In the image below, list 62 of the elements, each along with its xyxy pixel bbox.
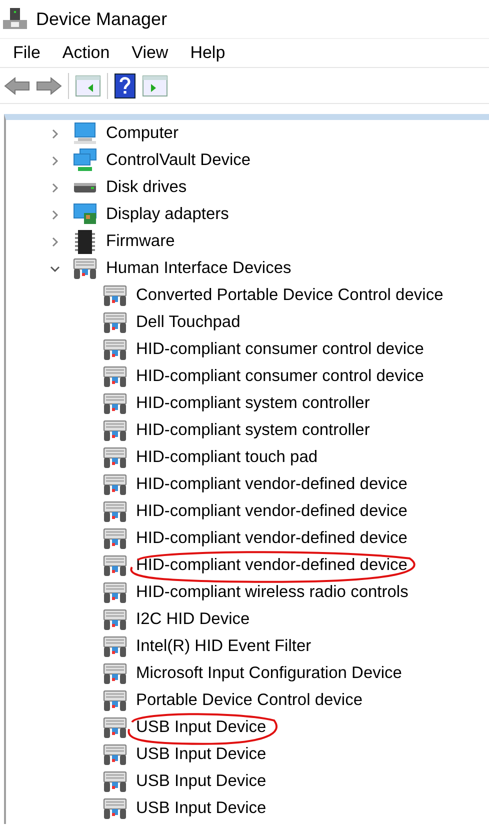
keyboard-device-icon bbox=[102, 688, 128, 714]
keyboard-device-icon bbox=[102, 444, 128, 470]
device-item[interactable]: Microsoft Input Configuration Device bbox=[134, 664, 404, 682]
keyboard-device-icon bbox=[102, 526, 128, 552]
device-item[interactable]: HID-compliant vendor-defined device bbox=[134, 556, 410, 574]
category-item[interactable]: Human Interface Devices bbox=[104, 259, 294, 278]
device-item[interactable]: HID-compliant touch pad bbox=[134, 448, 320, 466]
console-tree-icon[interactable] bbox=[75, 74, 101, 96]
keyboard-device-icon bbox=[102, 390, 128, 416]
device-item[interactable]: HID-compliant wireless radio controls bbox=[134, 583, 410, 602]
category-item[interactable]: Disk drives bbox=[104, 178, 189, 196]
category-item[interactable]: ControlVault Device bbox=[104, 151, 253, 170]
keyboard-device-icon bbox=[102, 336, 128, 362]
device-item[interactable]: HID-compliant vendor-defined device bbox=[134, 529, 410, 548]
keyboard-device-icon bbox=[102, 282, 128, 308]
menu-item[interactable]: Help bbox=[181, 40, 238, 66]
device-item[interactable]: HID-compliant vendor-defined device bbox=[134, 475, 410, 494]
keyboard-device-icon bbox=[102, 768, 128, 794]
keyboard-device-icon bbox=[102, 472, 128, 498]
device-item[interactable]: USB Input Device bbox=[134, 718, 268, 736]
disk-drive-icon bbox=[72, 182, 98, 192]
forward-arrow-icon[interactable] bbox=[36, 76, 62, 96]
keyboard-device-icon bbox=[102, 580, 128, 606]
device-item[interactable]: HID-compliant vendor-defined device bbox=[134, 502, 410, 520]
keyboard-device-icon bbox=[102, 796, 128, 822]
device-item[interactable]: USB Input Device bbox=[134, 745, 268, 764]
keyboard-device-icon bbox=[102, 634, 128, 660]
keyboard-device-icon bbox=[102, 310, 128, 336]
menu-item[interactable]: File bbox=[4, 40, 54, 66]
window-title: Device Manager bbox=[36, 8, 168, 31]
device-item[interactable]: Portable Device Control device bbox=[134, 691, 365, 710]
keyboard-device-icon bbox=[102, 660, 128, 686]
device-item[interactable]: I2C HID Device bbox=[134, 610, 252, 628]
device-item[interactable]: Dell Touchpad bbox=[134, 313, 242, 332]
device-manager-icon bbox=[2, 6, 28, 32]
device-item[interactable]: USB Input Device bbox=[134, 772, 268, 790]
keyboard-device-icon bbox=[102, 714, 128, 740]
networked-monitors-icon bbox=[72, 148, 98, 174]
category-item[interactable]: Display adapters bbox=[104, 205, 231, 224]
action-pane-icon[interactable] bbox=[142, 74, 168, 96]
chip-icon bbox=[72, 228, 98, 254]
device-item[interactable]: Converted Portable Device Control device bbox=[134, 286, 446, 304]
device-item[interactable]: HID-compliant consumer control device bbox=[134, 340, 426, 358]
keyboard-device-icon bbox=[102, 418, 128, 444]
category-item[interactable]: Firmware bbox=[104, 232, 177, 250]
keyboard-device-icon bbox=[102, 498, 128, 524]
help-icon[interactable] bbox=[114, 72, 136, 98]
device-item[interactable]: HID-compliant system controller bbox=[134, 421, 372, 440]
device-item[interactable]: Intel(R) HID Event Filter bbox=[134, 637, 314, 656]
back-arrow-icon[interactable] bbox=[4, 76, 30, 96]
monitor-icon bbox=[72, 120, 98, 146]
keyboard-device-icon bbox=[102, 606, 128, 632]
category-item[interactable]: Computer bbox=[104, 124, 180, 142]
keyboard-device-icon bbox=[102, 742, 128, 768]
keyboard-device-icon bbox=[102, 364, 128, 390]
menu-item[interactable]: Action bbox=[53, 40, 123, 66]
device-item[interactable]: HID-compliant consumer control device bbox=[134, 367, 426, 386]
menu-item[interactable]: View bbox=[122, 40, 182, 66]
device-item[interactable]: HID-compliant system controller bbox=[134, 394, 372, 412]
device-item[interactable]: USB Input Device bbox=[134, 799, 268, 818]
keyboard-device-icon bbox=[72, 256, 98, 282]
keyboard-device-icon bbox=[102, 552, 128, 578]
